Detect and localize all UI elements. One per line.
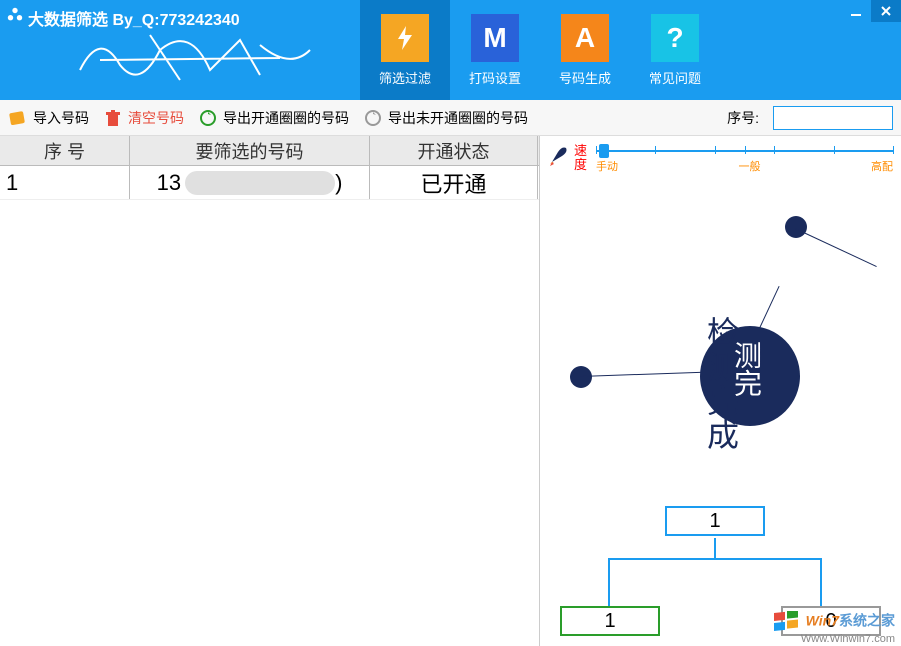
export-unopened-label: 导出未开通圈圈的号码: [388, 108, 528, 128]
app-logo-icon: [6, 6, 24, 24]
a-icon: A: [561, 14, 609, 62]
tab-faq[interactable]: ? 常见问题: [630, 0, 720, 100]
export-opened-label: 导出开通圈圈的号码: [223, 108, 349, 128]
watermark-url: Www.Winwin7.com: [774, 633, 895, 646]
rocket-icon: [548, 144, 570, 166]
tick-high: 高配: [871, 158, 893, 174]
seq-label: 序号:: [727, 108, 759, 128]
m-icon: M: [471, 14, 519, 62]
content-area: 序 号 要筛选的号码 开通状态 1 13 ) 已开通 速度: [0, 136, 901, 646]
tree-opened-box: 1: [560, 606, 660, 636]
tab-generate[interactable]: A 号码生成: [540, 0, 630, 100]
cell-number: 13 ): [130, 166, 370, 199]
slider-tick: [655, 146, 656, 154]
detection-circle-text: 测完: [725, 341, 765, 397]
speed-slider[interactable]: 手动 一般 高配: [596, 144, 893, 176]
number-masked: [185, 171, 335, 195]
table-header: 序 号 要筛选的号码 开通状态: [0, 136, 539, 166]
slider-tick: [596, 146, 597, 154]
import-label: 导入号码: [33, 108, 89, 128]
connector-line: [758, 286, 780, 332]
tab-faq-label: 常见问题: [649, 68, 701, 87]
slider-tick: [834, 146, 835, 154]
toolbar: 导入号码 清空号码 导出开通圈圈的号码 导出未开通圈圈的号码 序号:: [0, 100, 901, 136]
slider-tick: [715, 146, 716, 154]
tree-total-box: 1: [665, 506, 765, 536]
title-bar: 大数据筛选 By_Q:773242340 筛选过滤 M 打码设置 A 号码生成 …: [0, 0, 901, 100]
th-status: 开通状态: [370, 136, 538, 165]
signature-image: [60, 20, 330, 95]
cell-seq: 1: [0, 166, 130, 199]
seq-input[interactable]: [773, 106, 893, 130]
slider-tick: [774, 146, 775, 154]
tab-filter[interactable]: 筛选过滤: [360, 0, 450, 100]
node-dot: [570, 366, 592, 388]
minimize-button[interactable]: [841, 0, 871, 22]
tab-captcha[interactable]: M 打码设置: [450, 0, 540, 100]
window-buttons: [841, 0, 901, 22]
slider-tick: [745, 146, 746, 154]
export-unopened-button[interactable]: 导出未开通圈圈的号码: [363, 108, 528, 128]
tick-normal: 一般: [739, 158, 761, 174]
tree-line: [608, 558, 822, 560]
tab-filter-label: 筛选过滤: [379, 68, 431, 87]
import-icon: [8, 108, 28, 128]
watermark: Win7系统之家 Www.Winwin7.com: [774, 611, 895, 646]
windows-logo-icon: [774, 611, 800, 633]
tree-line: [714, 538, 716, 558]
import-button[interactable]: 导入号码: [8, 108, 89, 128]
tab-captcha-label: 打码设置: [469, 68, 521, 87]
clear-button[interactable]: 清空号码: [103, 108, 184, 128]
slider-thumb[interactable]: [599, 144, 609, 158]
node-dot: [785, 216, 807, 238]
watermark-brand-b: 系统之家: [839, 613, 895, 629]
tree-line: [608, 558, 610, 606]
slider-tick: [893, 146, 894, 154]
close-button[interactable]: [871, 0, 901, 22]
detection-graphic: 检测完成 测完: [540, 206, 901, 466]
connector-line: [795, 228, 877, 267]
clear-label: 清空号码: [128, 108, 184, 128]
trash-icon: [103, 108, 123, 128]
tick-manual: 手动: [596, 158, 618, 174]
refresh-green-icon: [198, 108, 218, 128]
number-suffix: ): [335, 170, 342, 196]
table-row[interactable]: 1 13 ) 已开通: [0, 166, 539, 200]
watermark-brand-a: Win7: [806, 613, 839, 629]
number-prefix: 13: [157, 170, 181, 196]
speed-control: 速度 手动 一般 高配: [548, 144, 893, 184]
refresh-gray-icon: [363, 108, 383, 128]
lightning-icon: [381, 14, 429, 62]
question-icon: ?: [651, 14, 699, 62]
tree-line: [820, 558, 822, 606]
right-pane: 速度 手动 一般 高配 检测完成: [540, 136, 901, 646]
nav-tabs: 筛选过滤 M 打码设置 A 号码生成 ? 常见问题: [360, 0, 720, 100]
tab-generate-label: 号码生成: [559, 68, 611, 87]
table-pane: 序 号 要筛选的号码 开通状态 1 13 ) 已开通: [0, 136, 540, 646]
cell-status: 已开通: [370, 166, 538, 199]
export-opened-button[interactable]: 导出开通圈圈的号码: [198, 108, 349, 128]
th-seq: 序 号: [0, 136, 130, 165]
speed-label: 速度: [574, 144, 592, 172]
th-number: 要筛选的号码: [130, 136, 370, 165]
